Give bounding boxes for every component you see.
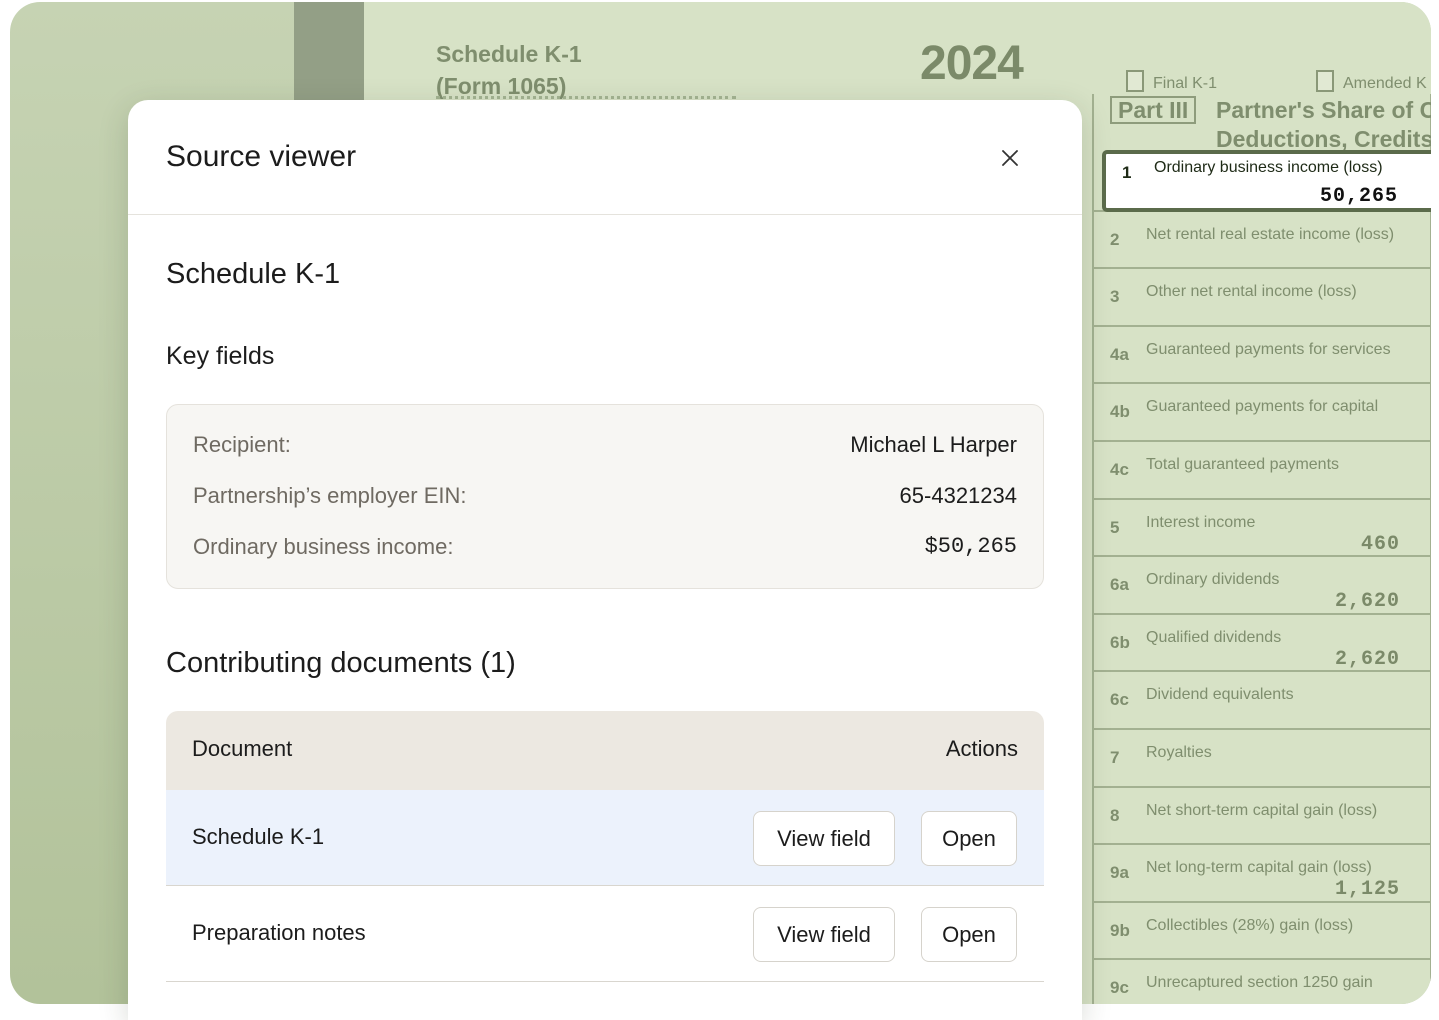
key-fields-card: Recipient: Michael L Harper Partnership’… <box>166 404 1044 589</box>
k1-part-iii-table: Part III Partner's Share of C Deductions… <box>1092 94 1431 1004</box>
key-field-label: Recipient: <box>193 432 291 457</box>
part-title: Partner's Share of C Deductions, Credits <box>1216 96 1431 154</box>
view-field-button[interactable]: View field <box>753 811 895 866</box>
k1-line-number: 6a <box>1110 575 1129 595</box>
k1-row-highlighted: 1 Ordinary business income (loss) 50,265 <box>1102 150 1431 212</box>
key-field-row: Recipient: Michael L Harper <box>193 432 1017 462</box>
contributing-documents-heading: Contributing documents (1) <box>166 647 516 679</box>
k1-row: 9b Collectibles (28%) gain (loss) <box>1094 900 1431 959</box>
table-header: Document Actions <box>166 711 1044 790</box>
k1-line-number: 9c <box>1110 978 1129 998</box>
column-header-actions: Actions <box>945 736 1018 761</box>
k1-row: 9a Net long-term capital gain (loss) 1,125 <box>1094 843 1431 901</box>
k1-line-label: Net rental real estate income (loss) <box>1146 225 1395 243</box>
modal-header: Source viewer <box>128 100 1082 215</box>
k1-line-value: 460 <box>1360 532 1400 556</box>
k1-line-number: 6b <box>1110 632 1130 652</box>
k1-line-label: Net short-term capital gain (loss) <box>1146 801 1378 819</box>
source-viewer-modal: Source viewer Schedule K-1 Key fields Re… <box>128 100 1082 1020</box>
k1-line-number: 4a <box>1110 344 1129 364</box>
form-year: 2024 <box>920 37 1024 90</box>
form-title-line1: Schedule K-1 <box>436 41 582 67</box>
k1-line-label: Guaranteed payments for services <box>1146 340 1391 358</box>
key-field-value: $50,265 <box>924 534 1017 559</box>
key-field-label: Partnership’s employer EIN: <box>193 483 467 508</box>
k1-row: 4a Guaranteed payments for services <box>1094 324 1431 383</box>
close-button[interactable] <box>990 138 1030 178</box>
k1-line-number: 9a <box>1110 863 1129 883</box>
k1-line-label: Guaranteed payments for capital <box>1146 398 1379 416</box>
part-title-line1: Partner's Share of C <box>1216 97 1431 123</box>
k1-row: 2 Net rental real estate income (loss) <box>1094 209 1431 268</box>
k1-row: 7 Royalties <box>1094 728 1431 786</box>
table-row: Schedule K-1 View field Open <box>166 790 1044 886</box>
k1-line-label: Royalties <box>1146 744 1212 761</box>
key-field-row: Partnership’s employer EIN: 65-4321234 <box>193 483 1017 513</box>
k1-line-number: 2 <box>1110 229 1120 249</box>
part-header: Part III Partner's Share of C Deductions… <box>1094 94 1431 152</box>
k1-line-value: 2,620 <box>1334 590 1400 614</box>
k1-line-number: 1 <box>1122 163 1132 182</box>
k1-row: 6b Qualified dividends 2,620 <box>1094 612 1431 671</box>
k1-line-label: Dividend equivalents <box>1146 686 1294 704</box>
k1-line-number: 5 <box>1110 517 1120 537</box>
k1-line-number: 3 <box>1110 287 1120 307</box>
k1-line-label: Collectibles (28%) gain (loss) <box>1146 916 1354 934</box>
amended-k1-label: Amended K <box>1343 75 1427 92</box>
k1-line-value: 2,620 <box>1334 647 1400 671</box>
close-icon <box>1002 150 1018 166</box>
key-fields-heading: Key fields <box>166 342 275 370</box>
amended-k1-checkbox <box>1316 70 1334 92</box>
k1-row: 3 Other net rental income (loss) <box>1094 267 1431 325</box>
k1-line-label: Ordinary business income (loss) <box>1154 159 1383 176</box>
k1-line-label: Qualified dividends <box>1146 628 1282 646</box>
table-row: Preparation notes View field Open <box>166 886 1044 982</box>
open-button[interactable]: Open <box>921 907 1017 962</box>
k1-row: 6c Dividend equivalents <box>1094 670 1431 728</box>
contributing-documents-table: Document Actions Schedule K-1 View field… <box>166 711 1044 982</box>
key-field-row: Ordinary business income: $50,265 <box>193 534 1017 564</box>
modal-title: Source viewer <box>166 140 357 173</box>
k1-line-value: 50,265 <box>1319 185 1398 208</box>
k1-line-label: Interest income <box>1146 513 1256 531</box>
k1-row: 4c Total guaranteed payments <box>1094 440 1431 498</box>
k1-row: 5 Interest income 460 <box>1094 497 1431 556</box>
key-field-value: 65-4321234 <box>899 483 1017 508</box>
k1-line-number: 6c <box>1110 690 1129 710</box>
document-name: Schedule K-1 <box>192 824 325 849</box>
column-header-document: Document <box>192 736 293 761</box>
k1-line-label: Ordinary dividends <box>1146 571 1280 589</box>
k1-line-number: 4c <box>1110 460 1129 479</box>
form-title: Schedule K-1 (Form 1065) <box>436 38 582 102</box>
form-name-heading: Schedule K-1 <box>166 258 341 290</box>
final-k1-checkbox <box>1126 70 1144 92</box>
k1-line-label: Net long-term capital gain (loss) <box>1146 859 1372 877</box>
k1-line-number: 8 <box>1110 805 1120 825</box>
final-k1-label: Final K-1 <box>1153 75 1218 92</box>
k1-line-number: 9b <box>1110 920 1130 940</box>
k1-line-label: Total guaranteed payments <box>1146 456 1340 473</box>
k1-row: 9c Unrecaptured section 1250 gain <box>1094 958 1431 1004</box>
key-field-label: Ordinary business income: <box>193 534 454 559</box>
k1-row: 6a Ordinary dividends 2,620 <box>1094 555 1431 613</box>
k1-line-label: Other net rental income (loss) <box>1146 283 1357 301</box>
k1-row: 4b Guaranteed payments for capital <box>1094 382 1431 440</box>
key-field-value: Michael L Harper <box>850 432 1017 457</box>
k1-line-number: 7 <box>1110 748 1120 767</box>
k1-line-number: 4b <box>1110 402 1130 422</box>
document-name: Preparation notes <box>192 920 366 945</box>
k1-line-label: Unrecaptured section 1250 gain <box>1146 974 1373 992</box>
k1-row: 8 Net short-term capital gain (loss) <box>1094 785 1431 844</box>
view-field-button[interactable]: View field <box>753 907 895 962</box>
open-button[interactable]: Open <box>921 811 1017 866</box>
k1-line-value: 1,125 <box>1334 878 1400 902</box>
part-badge: Part III <box>1110 96 1197 124</box>
